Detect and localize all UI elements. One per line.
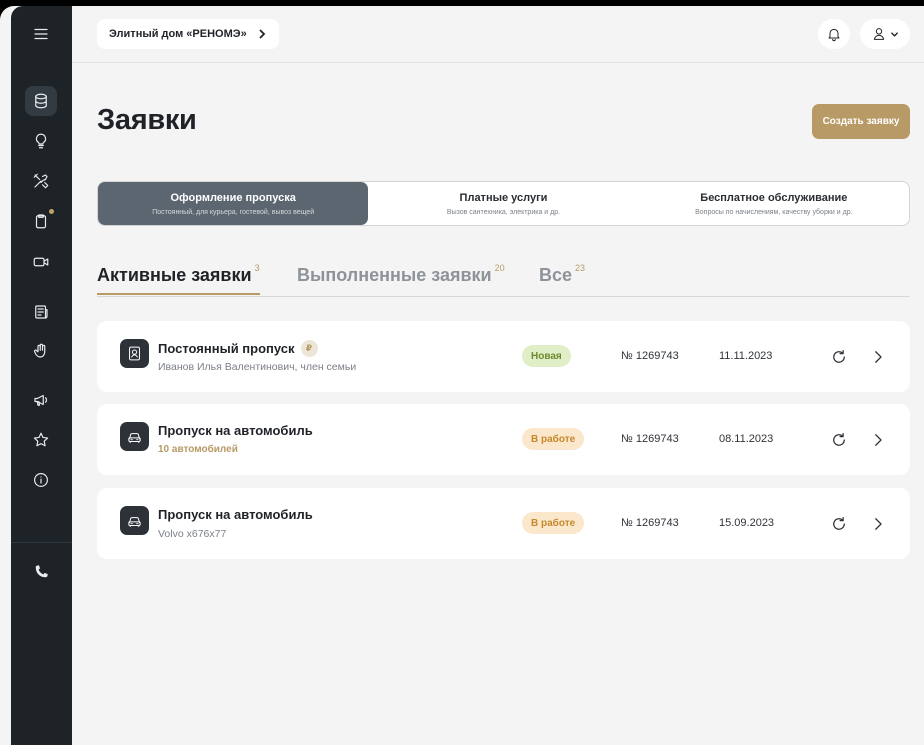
tab-count: 20 [494, 263, 505, 273]
request-title: Пропуск на автомобиль [158, 507, 313, 522]
refresh-icon[interactable] [830, 515, 848, 533]
category-title: Оформление пропуска [170, 191, 296, 204]
request-number: № 1269743 [621, 517, 679, 529]
request-card[interactable]: Пропуск на автомобиль 10 автомобилей В р… [97, 404, 910, 475]
request-tabs: Активные заявки 3 Выполненные заявки 20 Вс… [97, 263, 910, 297]
building-breadcrumb[interactable]: Элитный дом «РЕНОМЭ» [97, 19, 279, 49]
phone-icon[interactable] [25, 557, 57, 587]
user-icon [873, 28, 885, 40]
request-subtitle: Volvo x676x77 [158, 528, 227, 540]
video-icon[interactable] [25, 247, 57, 277]
category-pass[interactable]: Оформление пропуска Постоянный, для курь… [98, 182, 369, 225]
request-title-text: Пропуск на автомобиль [158, 423, 313, 438]
status-badge: В работе [522, 428, 585, 450]
star-icon[interactable] [25, 425, 57, 455]
request-card[interactable]: Пропуск на автомобиль Volvo x676x77 В ра… [97, 488, 910, 559]
tools-icon[interactable] [25, 166, 57, 196]
chevron-right-icon[interactable] [869, 348, 887, 366]
car-icon [120, 506, 149, 535]
breadcrumb-label: Элитный дом «РЕНОМЭ» [109, 28, 247, 40]
request-number: № 1269743 [621, 433, 679, 445]
category-title: Бесплатное обслуживание [700, 191, 848, 204]
category-title: Платные услуги [459, 191, 548, 204]
bell-icon [828, 28, 840, 42]
category-free-service[interactable]: Бесплатное обслуживание Вопросы по начис… [639, 182, 909, 225]
tab-all[interactable]: Все 23 [539, 263, 586, 286]
request-title-text: Постоянный пропуск [158, 341, 295, 356]
lightbulb-icon[interactable] [25, 126, 57, 156]
request-date: 08.11.2023 [719, 433, 774, 445]
request-title: Пропуск на автомобиль [158, 423, 313, 438]
database-icon[interactable] [25, 86, 57, 116]
create-request-button[interactable]: Создать заявку [812, 104, 910, 139]
request-title: Постоянный пропуск ₽ [158, 340, 318, 357]
category-subtitle: Вызов сантехника, электрика и др. [446, 208, 561, 216]
request-date: 11.11.2023 [719, 350, 773, 362]
page-title: Заявки [97, 104, 197, 136]
request-title-text: Пропуск на автомобиль [158, 507, 313, 522]
category-selector: Оформление пропуска Постоянный, для курь… [97, 181, 910, 226]
clipboard-icon[interactable] [25, 206, 57, 236]
sidebar-divider [11, 542, 72, 543]
sidebar [11, 6, 72, 745]
tab-label: Активные заявки [97, 265, 252, 285]
category-subtitle: Вопросы по начислениям, качеству уборки … [695, 208, 853, 216]
tab-completed[interactable]: Выполненные заявки 20 [297, 263, 505, 286]
tab-count: 3 [254, 263, 260, 273]
refresh-icon[interactable] [830, 431, 848, 449]
chevron-right-icon [259, 29, 265, 39]
chevron-right-icon[interactable] [869, 515, 887, 533]
category-paid-services[interactable]: Платные услуги Вызов сантехника, электри… [368, 182, 638, 225]
request-number: № 1269743 [621, 350, 679, 362]
category-subtitle: Постоянный, для курьера, гостевой, вывоз… [152, 208, 315, 216]
notification-dot [49, 209, 54, 214]
chevron-down-icon [891, 31, 898, 37]
notifications-button[interactable] [818, 19, 850, 49]
request-subtitle: Иванов Илья Валентинович, член семьи [158, 361, 357, 373]
tab-active[interactable]: Активные заявки 3 [97, 263, 260, 295]
request-card[interactable]: Постоянный пропуск ₽ Иванов Илья Валенти… [97, 321, 910, 392]
user-menu-button[interactable] [860, 19, 910, 49]
tab-label: Все [539, 265, 573, 285]
tab-count: 23 [575, 263, 586, 273]
paid-marker: ₽ [300, 340, 318, 357]
status-badge: Новая [522, 345, 571, 367]
menu-icon[interactable] [25, 19, 57, 49]
pass-card-icon [120, 339, 149, 368]
hand-icon[interactable] [25, 336, 57, 366]
request-date: 15.09.2023 [719, 517, 775, 529]
refresh-icon[interactable] [830, 348, 848, 366]
info-icon[interactable] [25, 465, 57, 495]
app-window: Элитный дом «РЕНОМЭ» Заявки Создать заяв… [0, 6, 924, 745]
tab-label: Выполненные заявки [297, 265, 492, 285]
megaphone-icon[interactable] [25, 385, 57, 415]
car-icon [120, 422, 149, 451]
request-subtitle: 10 автомобилей [158, 444, 238, 455]
news-icon[interactable] [25, 297, 57, 327]
header-divider [72, 62, 924, 63]
chevron-right-icon[interactable] [869, 431, 887, 449]
status-badge: В работе [522, 512, 585, 534]
